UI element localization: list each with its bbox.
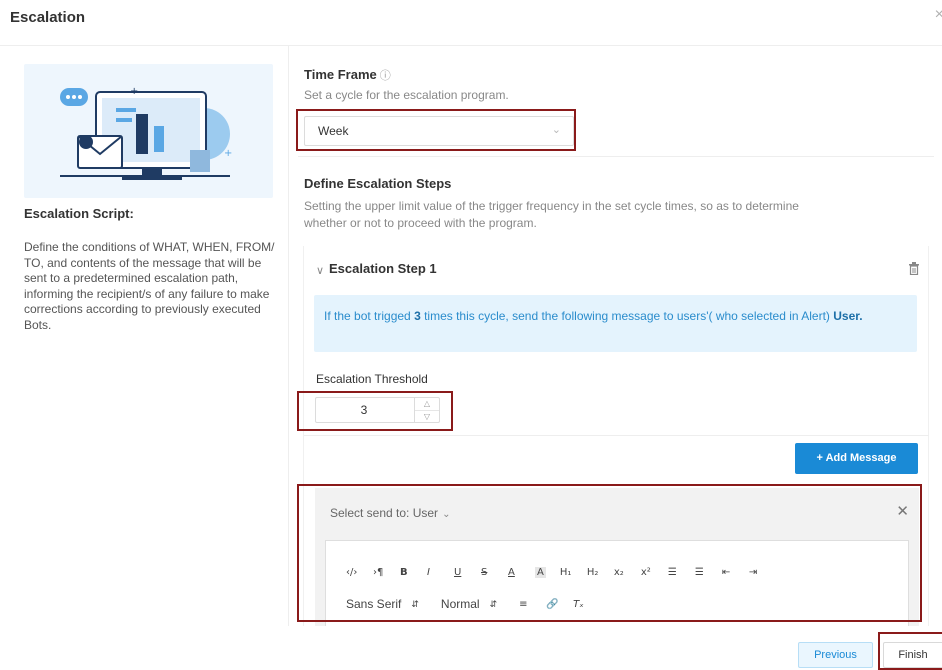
svg-text:+: + [224, 148, 232, 159]
indent-icon[interactable]: ⇥ [749, 567, 776, 578]
align-icon[interactable]: ≡ [519, 599, 546, 610]
divider [298, 156, 934, 157]
strikethrough-icon[interactable]: S [481, 567, 508, 578]
right-panel: Time Frame ⓘ Set a cycle for the escalati… [290, 46, 942, 626]
add-message-button[interactable]: + Add Message [795, 443, 918, 474]
select-arrows-icon[interactable]: ⇵ [490, 599, 498, 610]
editor-toolbar-row2: Sans Serif ⇵ Normal ⇵ ≡ 🔗 Tₓ [346, 593, 600, 615]
background-color-icon[interactable]: A [535, 566, 546, 578]
chevron-down-icon: ⌄ [442, 509, 451, 520]
info-banner: If the bot trigged 3 times this cycle, s… [314, 295, 917, 352]
send-to-label: Select send to: User [330, 506, 439, 520]
trigger-count: 3 [414, 309, 421, 323]
dialog-title: Escalation [10, 9, 86, 26]
code-icon[interactable]: ‹/› [346, 567, 373, 578]
send-to-select[interactable]: Select send to: User ⌄ [330, 506, 450, 520]
time-frame-value: Week [318, 124, 349, 138]
font-color-icon[interactable]: A [508, 567, 535, 578]
steps-section-title: Define Escalation Steps [304, 176, 452, 191]
clear-format-icon[interactable]: Tₓ [573, 599, 600, 610]
step-title[interactable]: Escalation Step 1 [329, 261, 437, 276]
previous-button[interactable]: Previous [798, 642, 873, 668]
underline-icon[interactable]: U [454, 567, 481, 578]
script-title: Escalation Script: [24, 206, 134, 221]
heading2-icon[interactable]: H₂ [587, 567, 614, 578]
message-panel: Select send to: User ⌄ ✕ ‹/› ›¶ B I U S A… [315, 488, 919, 626]
close-icon[interactable]: × [935, 6, 942, 24]
svg-text:+: + [130, 86, 138, 97]
time-frame-label: Time Frame [304, 67, 377, 82]
threshold-label: Escalation Threshold [316, 372, 428, 386]
link-icon[interactable]: 🔗 [546, 599, 573, 610]
italic-icon[interactable]: I [427, 567, 454, 578]
left-panel: + + Escalation Script: Define the condit… [0, 46, 289, 626]
select-arrows-icon[interactable]: ⇵ [411, 599, 419, 610]
rich-text-editor[interactable]: ‹/› ›¶ B I U S A A H₁ H₂ x₂ x² ☰ ☰ ⇤ ⇥ S… [325, 540, 909, 626]
escalation-step-card: ∨ Escalation Step 1 If the bot trigged 3… [303, 246, 929, 626]
paragraph-icon[interactable]: ›¶ [373, 567, 400, 578]
close-icon[interactable]: ✕ [896, 502, 909, 520]
steps-section-description: Setting the upper limit value of the tri… [304, 199, 799, 230]
bullet-list-icon[interactable]: ☰ [695, 567, 722, 578]
threshold-value[interactable]: 3 [316, 403, 412, 417]
dialog-header: Escalation × [0, 0, 942, 46]
recipient-user: User. [833, 309, 863, 323]
time-frame-select[interactable]: Week ⌄ [304, 116, 574, 146]
ordered-list-icon[interactable]: ☰ [668, 567, 695, 578]
heading1-icon[interactable]: H₁ [560, 567, 587, 578]
outdent-icon[interactable]: ⇤ [722, 567, 749, 578]
chevron-down-icon[interactable]: ∨ [316, 264, 324, 277]
chevron-up-icon[interactable]: △ [415, 398, 439, 410]
superscript-icon[interactable]: x² [641, 567, 668, 578]
finish-button[interactable]: Finish [883, 642, 942, 668]
info-icon[interactable]: ⓘ [380, 70, 391, 82]
time-frame-description: Set a cycle for the escalation program. [304, 88, 509, 102]
escalation-illustration: + + [24, 64, 273, 198]
editor-toolbar: ‹/› ›¶ B I U S A A H₁ H₂ x₂ x² ☰ ☰ ⇤ ⇥ [346, 561, 776, 583]
script-description: Define the conditions of WHAT, WHEN, FRO… [24, 240, 275, 332]
info-banner-text: If the bot trigged 3 times this cycle, s… [324, 309, 863, 323]
time-frame-title: Time Frame ⓘ [304, 67, 391, 83]
divider [304, 435, 929, 436]
threshold-stepper[interactable]: 3 △ ▽ [315, 397, 440, 423]
font-family-select[interactable]: Sans Serif [346, 597, 401, 611]
subscript-icon[interactable]: x₂ [614, 567, 641, 578]
chevron-down-icon[interactable]: ▽ [415, 410, 439, 422]
font-size-select[interactable]: Normal [441, 597, 480, 611]
trash-icon[interactable] [908, 262, 920, 278]
stepper-buttons: △ ▽ [414, 398, 439, 422]
chevron-down-icon: ⌄ [551, 124, 561, 136]
bold-icon[interactable]: B [400, 567, 427, 578]
